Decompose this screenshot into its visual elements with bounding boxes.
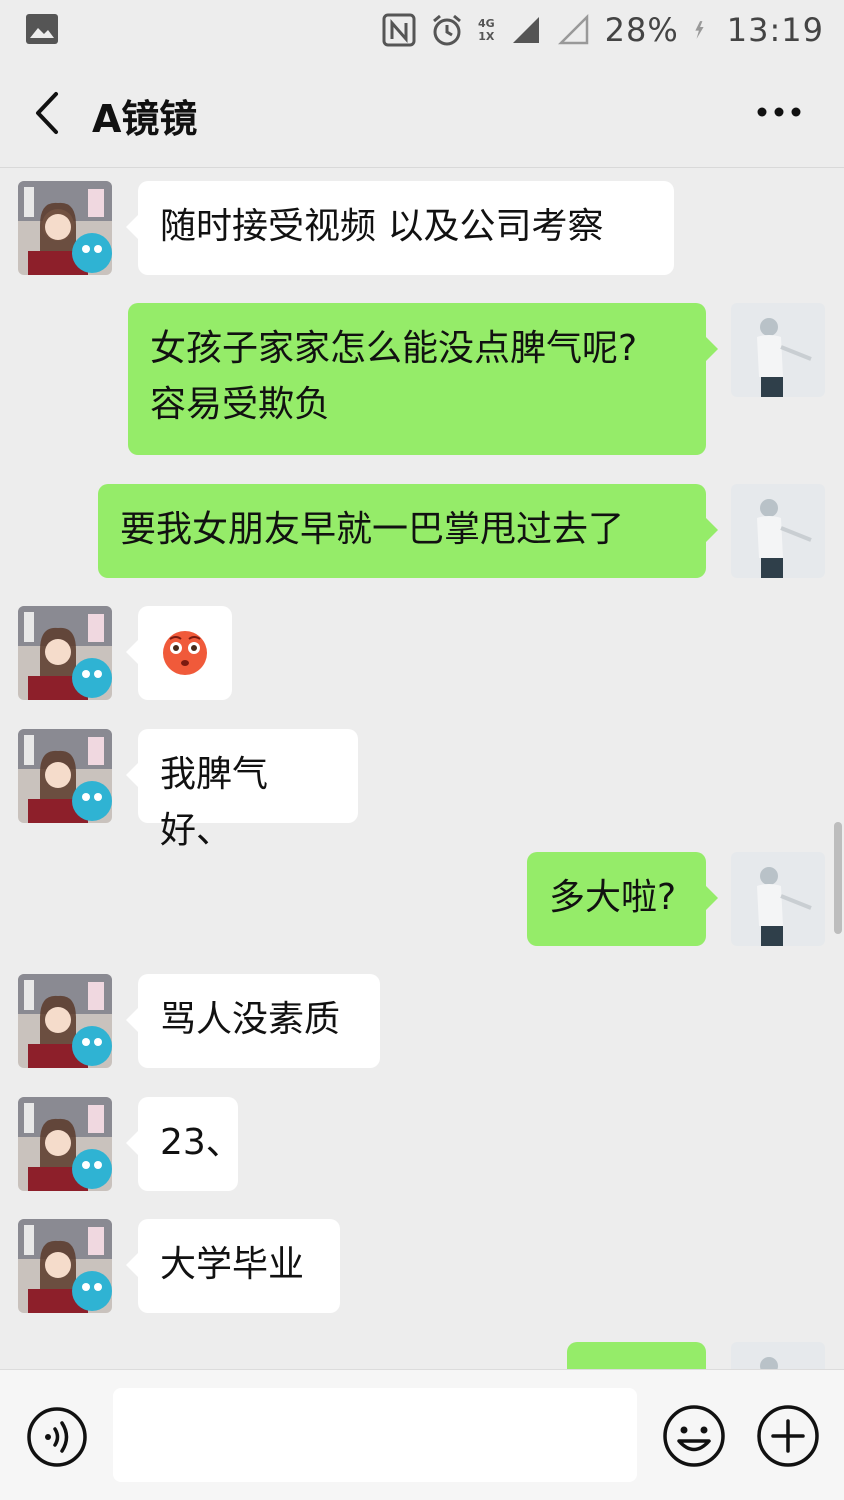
voice-icon[interactable] <box>26 1406 88 1468</box>
chat-title: A镜镜 <box>92 97 198 141</box>
message-text: 大学毕业 <box>160 1244 305 1285</box>
outgoing-message[interactable] <box>567 1342 706 1369</box>
signal-empty-icon <box>557 13 588 45</box>
back-arrow-icon[interactable] <box>28 88 68 138</box>
outgoing-message[interactable]: 女孩子家家怎么能没点脾气呢? 容易受欺负 <box>128 303 718 455</box>
incoming-message[interactable]: 大学毕业 <box>126 1219 340 1313</box>
incoming-message[interactable]: 骂人没素质 <box>126 974 380 1068</box>
input-bar <box>0 1369 844 1500</box>
incoming-message[interactable]: 我脾气好、 <box>126 729 358 851</box>
contact-avatar-image <box>18 1219 112 1313</box>
message-text: 多大啦? <box>549 877 677 918</box>
plus-icon[interactable] <box>756 1404 820 1468</box>
message-text-line: 容易受欺负 <box>150 384 331 425</box>
alarm-icon <box>433 14 461 46</box>
message-text: 要我女朋友早就一巴掌甩过去了 <box>120 509 625 550</box>
clock: 13:19 <box>726 11 824 49</box>
contact-avatar-image <box>18 1097 112 1191</box>
nfc-icon <box>382 13 416 47</box>
contact-avatar[interactable] <box>18 606 112 700</box>
contact-avatar[interactable] <box>18 181 112 275</box>
message-list[interactable]: 随时接受视频 以及公司考察 女孩子家家怎么能没点脾气呢? 容易受欺负 要我女朋友… <box>0 169 844 1369</box>
signal-icon <box>512 17 539 43</box>
chat-header: A镜镜 <box>0 60 844 168</box>
contact-avatar[interactable] <box>18 1219 112 1313</box>
emoji-icon[interactable] <box>662 1404 726 1468</box>
message-text: 23、 <box>160 1122 242 1163</box>
charging-icon <box>695 21 704 39</box>
network-indicator: 4G 1X <box>478 17 495 43</box>
my-avatar[interactable] <box>731 1342 825 1369</box>
my-avatar[interactable] <box>731 852 825 946</box>
my-avatar-image <box>731 852 825 946</box>
message-text: 我脾气好、 <box>160 754 269 851</box>
contact-avatar[interactable] <box>18 729 112 823</box>
contact-avatar-image <box>18 974 112 1068</box>
contact-avatar-image <box>18 606 112 700</box>
my-avatar[interactable] <box>731 303 825 397</box>
incoming-message[interactable] <box>126 606 232 700</box>
outgoing-message[interactable]: 多大啦? <box>527 852 718 946</box>
message-input[interactable] <box>113 1388 637 1482</box>
my-avatar-image <box>731 303 825 397</box>
contact-avatar-image <box>18 181 112 275</box>
flushed-face-icon <box>163 631 207 675</box>
network-1x-label: 1X <box>478 30 495 43</box>
contact-avatar-image <box>18 729 112 823</box>
status-bar: 4G 1X 28% 13:19 <box>0 0 844 60</box>
scroll-indicator[interactable] <box>834 822 842 934</box>
gallery-icon <box>26 14 58 44</box>
my-avatar-image <box>731 1342 825 1369</box>
more-options-icon[interactable] <box>754 104 804 120</box>
contact-avatar[interactable] <box>18 1097 112 1191</box>
network-4g-label: 4G <box>477 17 495 30</box>
message-text-line: 女孩子家家怎么能没点脾气呢? <box>150 328 638 369</box>
message-text: 骂人没素质 <box>160 999 341 1040</box>
incoming-message[interactable]: 23、 <box>126 1097 242 1191</box>
incoming-message[interactable]: 随时接受视频 以及公司考察 <box>126 181 674 275</box>
contact-avatar[interactable] <box>18 974 112 1068</box>
battery-percent: 28% <box>604 11 679 49</box>
my-avatar-image <box>731 484 825 578</box>
message-text: 随时接受视频 以及公司考察 <box>160 206 604 247</box>
outgoing-message[interactable]: 要我女朋友早就一巴掌甩过去了 <box>98 484 718 578</box>
my-avatar[interactable] <box>731 484 825 578</box>
